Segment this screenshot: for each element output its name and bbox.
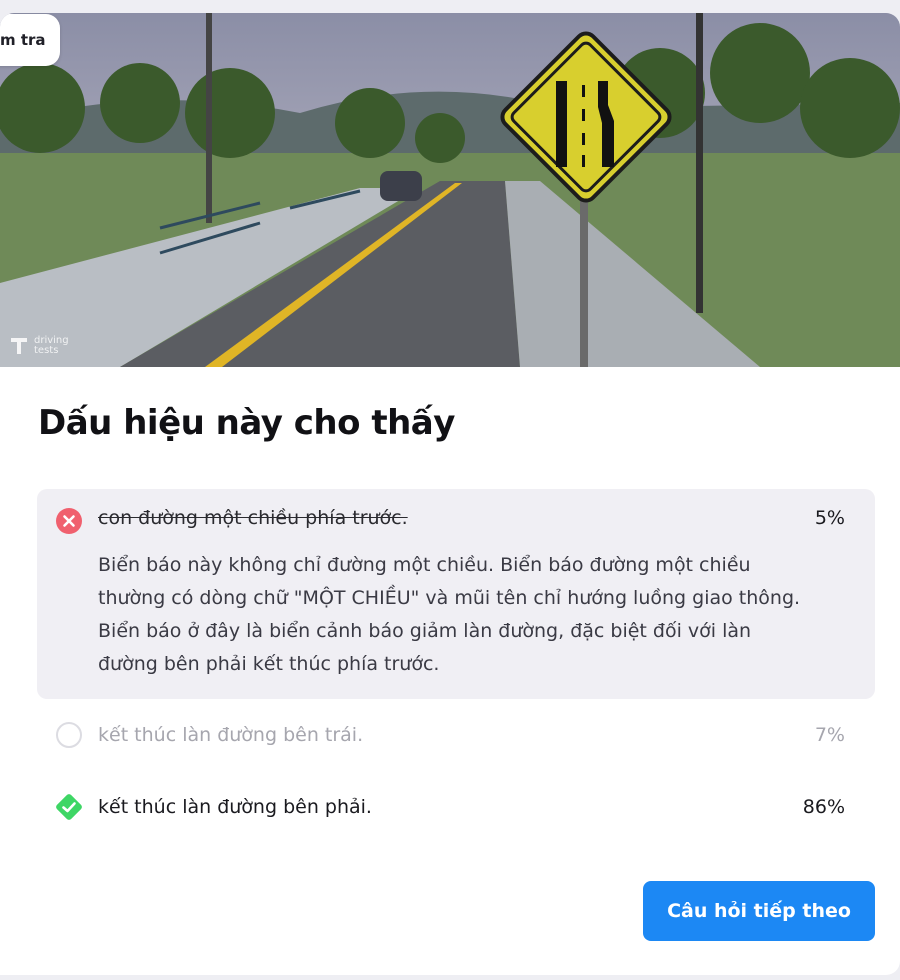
watermark-logo: driving tests — [8, 335, 69, 357]
question-title: Dấu hiệu này cho thấy — [38, 403, 455, 443]
answer-percent: 7% — [814, 724, 845, 746]
next-question-button[interactable]: Câu hỏi tiếp theo — [643, 881, 875, 941]
tab-label[interactable]: m tra — [0, 14, 60, 66]
answer-label: kết thúc làn đường bên phải. — [98, 796, 372, 818]
answer-option-unselected[interactable]: kết thúc làn đường bên trái. 7% — [37, 699, 875, 771]
answer-percent: 86% — [802, 796, 845, 818]
check-diamond-icon — [56, 794, 82, 820]
answer-label: kết thúc làn đường bên trái. — [98, 724, 364, 746]
answer-option-correct[interactable]: kết thúc làn đường bên phải. 86% — [37, 771, 875, 843]
question-image: m tra driving tests — [0, 13, 900, 367]
logo-icon — [11, 338, 27, 354]
x-circle-icon — [56, 508, 82, 534]
watermark-line2: tests — [34, 345, 59, 356]
empty-circle-icon — [56, 722, 82, 748]
question-card: m tra driving tests Dấu hiệu này cho thấ… — [0, 13, 900, 975]
answer-percent: 5% — [814, 507, 845, 529]
answer-explanation: Biển báo này không chỉ đường một chiều. … — [98, 554, 801, 675]
answer-label: con đường một chiều phía trước. — [98, 507, 408, 529]
answer-option-wrong[interactable]: con đường một chiều phía trước. 5% Biển … — [37, 489, 875, 699]
answer-list: con đường một chiều phía trước. 5% Biển … — [37, 489, 875, 843]
